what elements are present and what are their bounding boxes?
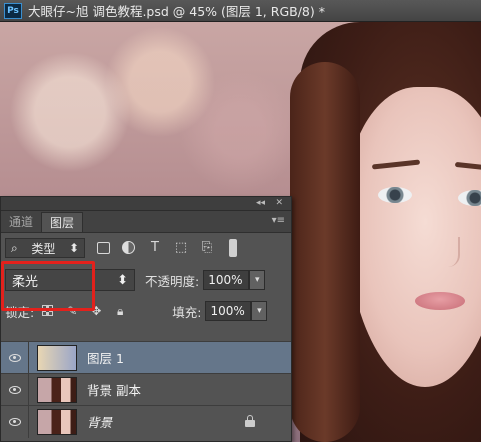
layer-filter-row: ⌕ 类型 ⬍ T ⬚ ⎘ xyxy=(1,233,291,263)
tab-layers[interactable]: 图层 xyxy=(41,212,84,232)
eye-icon xyxy=(8,417,21,426)
panel-header-bar: ◂◂ ✕ xyxy=(1,197,291,211)
filter-shape-icon[interactable]: ⬚ xyxy=(173,240,189,256)
eye-icon xyxy=(8,353,21,362)
chevron-updown-icon: ⬍ xyxy=(117,272,128,288)
filter-smartobject-icon[interactable]: ⎘ xyxy=(199,240,215,256)
fill-input[interactable]: 100% xyxy=(205,301,252,321)
layer-thumbnail xyxy=(37,344,77,371)
filter-toggle-switch[interactable] xyxy=(229,239,237,257)
tab-channels[interactable]: 通道 xyxy=(1,212,41,232)
layer-row[interactable]: 背景 xyxy=(1,405,291,438)
lock-icon xyxy=(245,415,255,427)
photo-nose xyxy=(440,237,460,267)
chevron-updown-icon: ⬍ xyxy=(68,241,79,255)
photo-eye-left xyxy=(378,187,412,203)
photo-hair-left xyxy=(290,62,360,442)
visibility-toggle[interactable] xyxy=(1,405,29,438)
opacity-label: 不透明度: xyxy=(145,273,200,289)
opacity-dropdown-button[interactable]: ▾ xyxy=(249,270,266,290)
lock-all-icon[interactable]: 🔒︎ xyxy=(112,303,128,319)
filter-type-select[interactable]: ⌕ 类型 ⬍ xyxy=(5,238,85,258)
filter-type-label: 类型 xyxy=(31,241,56,256)
fill-label: 填充: xyxy=(172,304,202,320)
filter-type-icon[interactable]: T xyxy=(147,240,163,256)
title-bar: Ps 大眼仔~旭 调色教程.psd @ 45% (图层 1, RGB/8) * xyxy=(0,0,481,22)
layer-name: 背景 xyxy=(87,415,113,430)
search-icon: ⌕ xyxy=(11,240,18,255)
annotation-highlight-box xyxy=(1,261,95,311)
layer-thumbnail xyxy=(37,376,77,403)
visibility-toggle[interactable] xyxy=(1,373,29,406)
close-panel-icon[interactable]: ✕ xyxy=(275,198,283,208)
opacity-input[interactable]: 100% xyxy=(203,270,250,290)
layers-panel: ◂◂ ✕ 通道 图层 ▾≡ ⌕ 类型 ⬍ T ⬚ ⎘ 柔光 ⬍ 不透明度: 10… xyxy=(0,196,292,442)
photo-lips xyxy=(415,292,465,310)
visibility-toggle[interactable] xyxy=(1,341,29,374)
filter-pixel-icon[interactable] xyxy=(95,240,111,256)
fill-dropdown-button[interactable]: ▾ xyxy=(251,301,268,321)
layer-row[interactable]: 图层 1 xyxy=(1,341,291,374)
document-title: 大眼仔~旭 调色教程.psd @ 45% (图层 1, RGB/8) * xyxy=(28,4,325,19)
collapse-panel-icon[interactable]: ◂◂ xyxy=(256,198,265,208)
photoshop-app-icon[interactable]: Ps xyxy=(4,2,22,19)
layer-row[interactable]: 背景 副本 xyxy=(1,373,291,406)
layer-name: 图层 1 xyxy=(87,351,124,366)
layer-list: 图层 1 背景 副本 背景 xyxy=(1,341,291,438)
layer-thumbnail xyxy=(37,408,77,435)
panel-menu-icon[interactable]: ▾≡ xyxy=(272,215,285,226)
eye-icon xyxy=(8,385,21,394)
filter-adjustment-icon[interactable] xyxy=(121,240,137,256)
panel-tabs: 通道 图层 ▾≡ xyxy=(1,211,291,233)
layer-name: 背景 副本 xyxy=(87,383,141,398)
